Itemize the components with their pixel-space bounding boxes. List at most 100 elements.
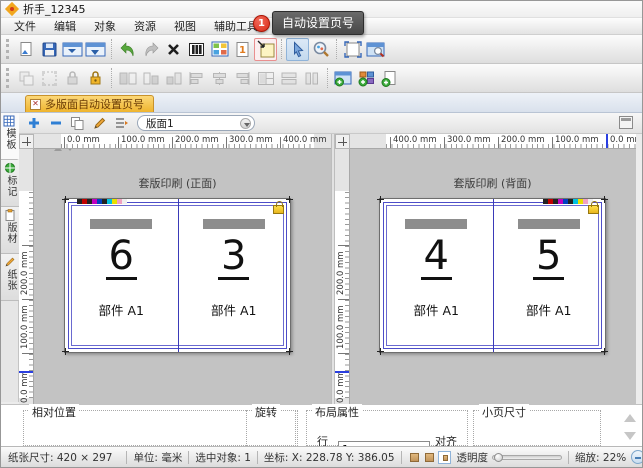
new-document-button[interactable] <box>15 38 38 61</box>
swap-panes-button[interactable] <box>162 67 185 90</box>
ruler-label: 200.0 mm <box>175 135 219 145</box>
ruler-label: 0.0 mm <box>67 135 100 145</box>
lock-button[interactable] <box>61 67 84 90</box>
ruler-origin-back[interactable] <box>335 134 350 149</box>
cursor-position-marker <box>19 371 33 373</box>
ruler-label: 0.0 mm <box>610 135 636 145</box>
panel-collapse-arrows[interactable] <box>54 149 74 403</box>
panel-maximize-button[interactable] <box>619 116 633 129</box>
press-sheet-back[interactable]: 4 部件 A1 5 部件 A1 <box>379 198 606 353</box>
rows-view-button[interactable] <box>277 67 300 90</box>
toolbar-grip[interactable] <box>6 68 11 88</box>
ruler-label: 0.0 mm <box>336 355 348 403</box>
tab-close-icon[interactable]: ✕ <box>30 99 41 110</box>
opacity-mode-icon[interactable] <box>408 451 421 464</box>
sidebar-tab-label: 纸张 <box>5 269 15 291</box>
auto-set-page-number-button[interactable] <box>254 38 277 61</box>
tab-label: 多版面自动设置页号 <box>45 96 144 112</box>
layout-select[interactable]: 版面1 <box>137 115 255 131</box>
opacity-mode-icon[interactable] <box>438 451 451 464</box>
add-layout-button[interactable] <box>332 67 355 90</box>
coordinates-status: 坐标: X: 228.78 Y: 386.05 <box>264 450 395 465</box>
lock-colored-button[interactable] <box>84 67 107 90</box>
unit-status: 单位: 毫米 <box>133 450 182 465</box>
layout-list-button[interactable] <box>112 115 131 132</box>
group-label: 旋转 <box>252 404 280 420</box>
menu-view[interactable]: 视图 <box>165 17 205 35</box>
select-cursor-button[interactable] <box>286 38 309 61</box>
redo-button[interactable] <box>139 38 162 61</box>
sidebar-tab-plate[interactable]: 版材 <box>1 207 19 254</box>
canvas-front[interactable]: 套版印刷 (正面) 6 部件 A1 3 部件 A1 <box>34 149 331 404</box>
add-layout-item-button[interactable] <box>24 115 43 132</box>
split-panes-button[interactable] <box>254 67 277 90</box>
ruler-label: 300.0 mm <box>229 135 273 145</box>
edit-layout-button[interactable] <box>90 115 109 132</box>
page-number: 5 <box>493 235 606 280</box>
fit-page-button[interactable] <box>341 38 364 61</box>
export-layout-button[interactable] <box>84 38 107 61</box>
duplicate-layout-button[interactable] <box>68 115 87 132</box>
page-slot[interactable]: 5 部件 A1 <box>493 199 606 352</box>
preview-button[interactable] <box>364 38 387 61</box>
panel-scroll-buttons[interactable] <box>621 408 638 446</box>
toolbar-main: 1 <box>1 35 642 64</box>
step-badge: 1 <box>253 15 270 32</box>
part-label: 部件 A1 <box>178 300 291 319</box>
columns-view-button[interactable] <box>300 67 323 90</box>
opacity-slider-thumb[interactable] <box>494 453 503 462</box>
zoom-out-button[interactable] <box>631 450 643 464</box>
press-sheet-front[interactable]: 6 部件 A1 3 部件 A1 <box>64 198 291 353</box>
cursor-position-marker <box>606 134 608 148</box>
page-slot[interactable]: 4 部件 A1 <box>380 199 493 352</box>
delete-button[interactable] <box>162 38 185 61</box>
sidebar-tab-template[interactable]: 模板 <box>1 113 19 160</box>
align-center-button[interactable] <box>208 67 231 90</box>
tab-auto-page-number[interactable]: ✕ 多版面自动设置页号 <box>25 95 154 112</box>
toolbar-grip[interactable] <box>6 39 11 59</box>
ruler-label: 200.0 mm <box>20 247 32 295</box>
opacity-mode-icon[interactable] <box>423 451 436 464</box>
copy-objects-button[interactable] <box>15 67 38 90</box>
chevron-down-icon[interactable] <box>240 118 251 129</box>
page-number: 4 <box>380 235 493 280</box>
flip-vertical-button[interactable] <box>139 67 162 90</box>
group-label: 小页尺寸 <box>479 404 529 420</box>
page-slot[interactable]: 6 部件 A1 <box>65 199 178 352</box>
opacity-slider[interactable] <box>492 455 562 460</box>
canvas-back[interactable]: 套版印刷 (背面) 4 部件 A1 5 部件 A1 <box>350 149 636 404</box>
ruler-label: 400.0 mm <box>283 135 327 145</box>
zoom-objects-button[interactable] <box>309 38 332 61</box>
ruler-label: 200.0 mm <box>501 135 545 145</box>
save-button[interactable] <box>38 38 61 61</box>
page-number-button[interactable]: 1 <box>231 38 254 61</box>
menu-edit[interactable]: 编辑 <box>45 17 85 35</box>
ruler-label: 400.0 mm <box>393 135 437 145</box>
document-tab-bar: ✕ 多版面自动设置页号 <box>1 93 642 113</box>
menu-object[interactable]: 对象 <box>85 17 125 35</box>
undo-button[interactable] <box>116 38 139 61</box>
align-right-button[interactable] <box>231 67 254 90</box>
add-page-button[interactable] <box>378 67 401 90</box>
scroll-up-icon <box>624 408 636 422</box>
menu-file[interactable]: 文件 <box>5 17 45 35</box>
page-slot[interactable]: 3 部件 A1 <box>178 199 291 352</box>
align-left-button[interactable] <box>185 67 208 90</box>
sheet-title: 套版印刷 (正面) <box>64 175 291 191</box>
flip-horizontal-button[interactable] <box>116 67 139 90</box>
sidebar-tab-paper[interactable]: 纸张 <box>1 254 19 301</box>
view-panels-button[interactable] <box>208 38 231 61</box>
import-layout-button[interactable] <box>61 38 84 61</box>
ruler-origin-front[interactable] <box>19 134 34 149</box>
menu-resource[interactable]: 资源 <box>125 17 165 35</box>
page-thumbnail-bar <box>518 219 580 229</box>
page-thumbnail-bar <box>405 219 467 229</box>
marquee-select-button[interactable] <box>38 67 61 90</box>
view-columns-button[interactable] <box>185 38 208 61</box>
remove-layout-item-button[interactable] <box>46 115 65 132</box>
ruler-label: 300.0 mm <box>447 135 491 145</box>
grid-icon <box>3 115 15 127</box>
sidebar-tab-marks[interactable]: 标记 <box>1 160 19 207</box>
add-color-group-button[interactable] <box>355 67 378 90</box>
app-icon <box>6 3 18 15</box>
